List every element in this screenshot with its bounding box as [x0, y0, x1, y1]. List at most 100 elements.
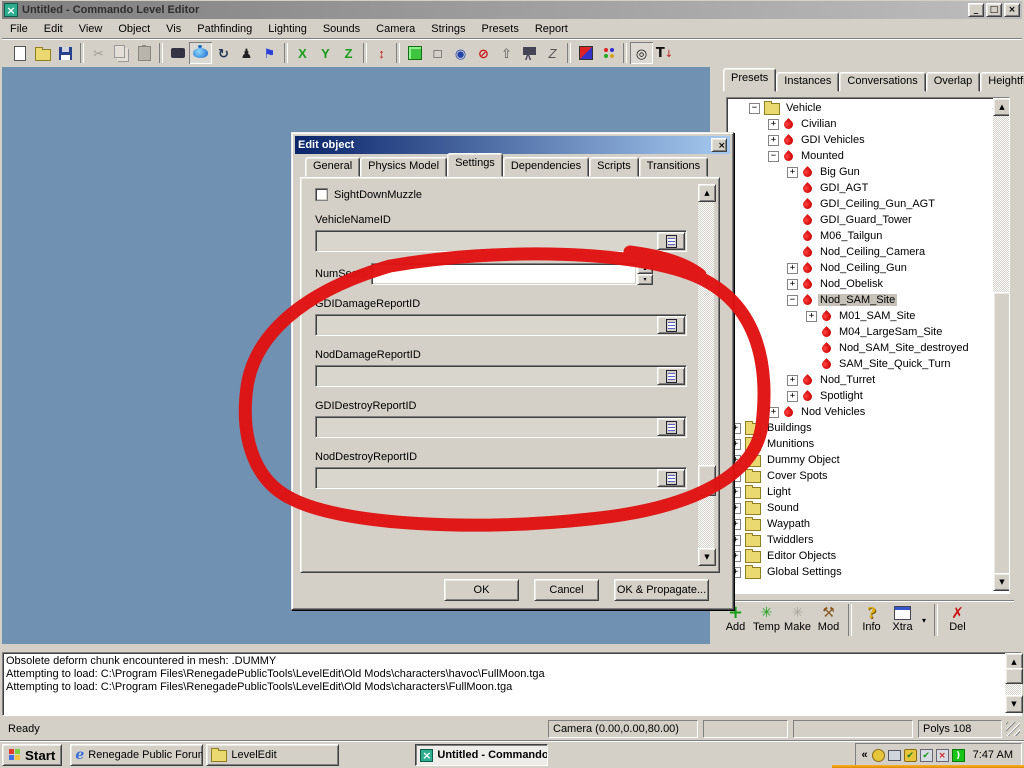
- tree-item-label[interactable]: Munitions: [765, 438, 816, 450]
- tree-item-label[interactable]: M04_LargeSam_Site: [837, 326, 944, 338]
- volume-icon[interactable]: [888, 750, 901, 761]
- tree-item-label[interactable]: Twiddlers: [765, 534, 815, 546]
- vertical-move-button[interactable]: ↕: [370, 42, 393, 64]
- tree-item-label[interactable]: SAM_Site_Quick_Turn: [837, 358, 952, 370]
- expand-toggle-icon[interactable]: +: [768, 135, 779, 146]
- waypoint-flag-button[interactable]: ⚑: [258, 42, 281, 64]
- walk-mode-button[interactable]: ♟: [235, 42, 258, 64]
- expand-toggle-icon[interactable]: +: [787, 167, 798, 178]
- camera-mode-button[interactable]: [166, 42, 189, 64]
- expand-toggle-icon[interactable]: +: [787, 391, 798, 402]
- tree-item-label[interactable]: Big Gun: [818, 166, 862, 178]
- menu-camera[interactable]: Camera: [368, 21, 423, 37]
- browse-strings-button[interactable]: [657, 316, 685, 334]
- tree-item[interactable]: +Nod Vehicles: [728, 404, 992, 420]
- tree-item[interactable]: GDI_Ceiling_Gun_AGT: [728, 196, 992, 212]
- expand-toggle-icon[interactable]: −: [749, 103, 760, 114]
- browse-strings-button[interactable]: [657, 469, 685, 487]
- tree-item-label[interactable]: GDI_AGT: [818, 182, 870, 194]
- tree-item-label[interactable]: Waypath: [765, 518, 812, 530]
- tree-item-label[interactable]: GDI_Ceiling_Gun_AGT: [818, 198, 937, 210]
- tree-item[interactable]: −Nod_SAM_Site: [728, 292, 992, 308]
- log-splitter[interactable]: [0, 644, 1024, 652]
- tree-item[interactable]: +Civilian: [728, 116, 992, 132]
- tree-item-label[interactable]: GDI Vehicles: [799, 134, 867, 146]
- expand-toggle-icon[interactable]: +: [787, 375, 798, 386]
- text-tool-button[interactable]: [653, 42, 676, 64]
- close-button[interactable]: ×: [1004, 3, 1020, 17]
- tree-item[interactable]: + Big Gun: [728, 164, 992, 180]
- wire-cube-button[interactable]: □: [426, 42, 449, 64]
- dialog-tab-physics-model[interactable]: Physics Model: [360, 157, 447, 177]
- ok-button[interactable]: OK: [444, 579, 519, 601]
- tree-item-label[interactable]: Nod_Ceiling_Gun: [818, 262, 909, 274]
- expand-toggle-icon[interactable]: −: [768, 151, 779, 162]
- tray-chevron-icon[interactable]: «: [862, 749, 868, 761]
- maximize-button[interactable]: □: [986, 3, 1002, 17]
- sightdownmuzzle-checkbox[interactable]: [315, 188, 328, 201]
- tree-item[interactable]: M04_LargeSam_Site: [728, 324, 992, 340]
- tree-item-label[interactable]: Nod_Obelisk: [818, 278, 885, 290]
- sync-ok-icon[interactable]: ✔: [920, 749, 933, 762]
- tree-item[interactable]: +Dummy Object: [728, 452, 992, 468]
- tree-item-label[interactable]: Civilian: [799, 118, 838, 130]
- spin-up-icon[interactable]: ▴: [637, 263, 653, 274]
- dialog-tab-scripts[interactable]: Scripts: [589, 157, 639, 177]
- tree-item[interactable]: Nod_Ceiling_Camera: [728, 244, 992, 260]
- info-button[interactable]: ?Info: [856, 604, 887, 633]
- menu-report[interactable]: Report: [527, 21, 576, 37]
- menu-object[interactable]: Object: [110, 21, 158, 37]
- tree-item[interactable]: +Editor Objects: [728, 548, 992, 564]
- tree-item-label[interactable]: Editor Objects: [765, 550, 838, 562]
- menu-lighting[interactable]: Lighting: [260, 21, 315, 37]
- menu-edit[interactable]: Edit: [36, 21, 71, 37]
- open-file-button[interactable]: [31, 42, 54, 64]
- tree-item[interactable]: + GDI Vehicles: [728, 132, 992, 148]
- remote-camera-button[interactable]: [518, 42, 541, 64]
- browse-strings-button[interactable]: [657, 367, 685, 385]
- tree-item[interactable]: −Vehicle: [728, 100, 992, 116]
- tree-item-label[interactable]: Cover Spots: [765, 470, 830, 482]
- tree-item-label[interactable]: Nod_Ceiling_Camera: [818, 246, 927, 258]
- axis-x-button[interactable]: X: [291, 42, 314, 64]
- scrollbar-thumb[interactable]: [1005, 668, 1023, 684]
- temp-button[interactable]: ✳Temp: [751, 604, 782, 633]
- tree-item[interactable]: + Nod_Obelisk: [728, 276, 992, 292]
- dialog-tab-general[interactable]: General: [305, 157, 360, 177]
- tree-item[interactable]: +Buildings: [728, 420, 992, 436]
- tree-item[interactable]: SAM_Site_Quick_Turn: [728, 356, 992, 372]
- scroll-down-icon[interactable]: ▼: [698, 548, 716, 566]
- browse-strings-button[interactable]: [657, 418, 685, 436]
- tree-item-label[interactable]: Nod_Turret: [818, 374, 877, 386]
- tree-item[interactable]: +Waypath: [728, 516, 992, 532]
- tree-item[interactable]: GDI_Guard_Tower: [728, 212, 992, 228]
- tree-item-label[interactable]: Buildings: [765, 422, 814, 434]
- tree-item-label[interactable]: Light: [765, 486, 793, 498]
- tree-item[interactable]: +Nod_Ceiling_Gun: [728, 260, 992, 276]
- tree-item[interactable]: +Global Settings: [728, 564, 992, 580]
- task-leveledit[interactable]: LevelEdit: [206, 744, 339, 766]
- dialog-tab-dependencies[interactable]: Dependencies: [503, 157, 589, 177]
- hide-eye-button[interactable]: ⊘: [472, 42, 495, 64]
- save-file-button[interactable]: [54, 42, 77, 64]
- show-eye-button[interactable]: ◉: [449, 42, 472, 64]
- ok-propagate-button[interactable]: OK & Propagate...: [614, 579, 709, 601]
- numseats-input[interactable]: [371, 263, 637, 285]
- panel-tab-conversations[interactable]: Conversations: [839, 72, 925, 92]
- tree-item[interactable]: M06_Tailgun: [728, 228, 992, 244]
- tree-item[interactable]: GDI_AGT: [728, 180, 992, 196]
- expand-toggle-icon[interactable]: +: [768, 407, 779, 418]
- scroll-down-icon[interactable]: ▼: [993, 573, 1010, 591]
- panel-tab-instances[interactable]: Instances: [776, 72, 839, 92]
- dialog-tab-transitions[interactable]: Transitions: [639, 157, 708, 177]
- scrollbar-thumb[interactable]: [698, 465, 716, 496]
- solid-cube-button[interactable]: [403, 42, 426, 64]
- mod-button[interactable]: ⚒Mod: [813, 604, 844, 633]
- expand-toggle-icon[interactable]: +: [787, 279, 798, 290]
- xtra-dropdown-icon[interactable]: ▾: [918, 604, 930, 638]
- object-mode-button[interactable]: [189, 42, 212, 64]
- task-untitled-commando[interactable]: ×Untitled - Commando ...: [415, 744, 548, 766]
- tree-item[interactable]: +Cover Spots: [728, 468, 992, 484]
- scrollbar-thumb[interactable]: [993, 292, 1010, 577]
- browse-strings-button[interactable]: [657, 232, 685, 250]
